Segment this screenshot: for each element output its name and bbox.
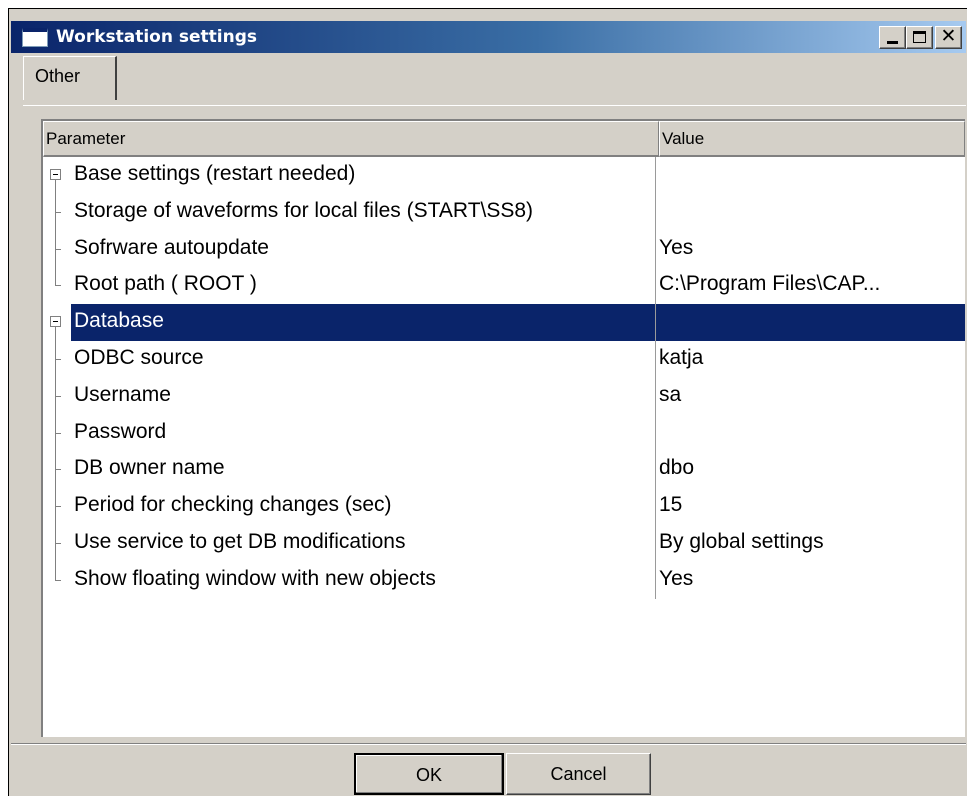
parameter-label: Root path ( ROOT )	[74, 272, 257, 296]
footer-separator	[11, 743, 966, 745]
column-header-value[interactable]: Value	[659, 121, 965, 157]
tree-branch	[55, 358, 61, 360]
close-button[interactable]: ✕	[935, 25, 962, 49]
workstation-settings-dialog: Workstation settings ✕ Other Parameter V…	[8, 8, 967, 796]
value-cell[interactable]	[656, 415, 965, 452]
table-row[interactable]: Use service to get DB modifications By gl…	[43, 524, 965, 562]
value-cell[interactable]: 15	[656, 488, 965, 525]
tree-branch	[55, 395, 61, 397]
table-row[interactable]: ODBC source katja	[43, 340, 965, 378]
parameter-cell[interactable]: Use service to get DB modifications	[43, 524, 656, 562]
value-cell[interactable]: katja	[656, 341, 965, 378]
value-cell[interactable]	[656, 157, 965, 194]
tree-group-row[interactable]: Base settings (restart needed)	[43, 157, 965, 194]
parameter-label: Base settings (restart needed)	[74, 162, 356, 185]
parameter-cell[interactable]: Password	[43, 414, 656, 452]
table-row[interactable]: Username sa	[43, 377, 965, 415]
tab-other[interactable]: Other	[23, 56, 117, 100]
parameter-label: Sofrware autoupdate	[74, 235, 269, 259]
parameter-cell[interactable]: Sofrware autoupdate	[43, 230, 656, 268]
minimize-icon	[887, 41, 898, 44]
window-icon	[22, 27, 48, 47]
tree-branch	[55, 506, 61, 508]
tree-branch	[55, 579, 61, 581]
tree-line	[55, 267, 56, 287]
parameter-cell[interactable]: Show floating window with new objects	[43, 561, 656, 599]
value-cell[interactable]: Yes	[656, 562, 965, 599]
value-cell[interactable]: C:\Program Files\CAP...	[656, 267, 965, 304]
close-icon: ✕	[940, 25, 957, 47]
parameter-cell[interactable]: Root path ( ROOT )	[43, 267, 656, 305]
table-row[interactable]: Root path ( ROOT ) C:\Program Files\CAP..…	[43, 267, 965, 305]
tree-branch	[55, 469, 61, 471]
table-row[interactable]: Show floating window with new objects Yes	[43, 561, 965, 599]
tree-branch	[55, 248, 61, 250]
maximize-button[interactable]	[906, 26, 933, 49]
parameter-label: ODBC source	[74, 345, 204, 369]
value-cell[interactable]: By global settings	[656, 525, 965, 562]
ok-button[interactable]: OK	[354, 753, 504, 795]
collapse-icon[interactable]	[50, 316, 61, 328]
tree-branch	[55, 285, 61, 287]
table-row[interactable]: Storage of waveforms for local files (ST…	[43, 193, 965, 231]
value-cell[interactable]: Yes	[656, 231, 965, 268]
table-row[interactable]: Password	[43, 414, 965, 452]
tree-branch	[55, 432, 61, 434]
column-header-parameter[interactable]: Parameter	[43, 121, 659, 157]
tree-group-row[interactable]: Database	[43, 304, 965, 342]
tree-line	[55, 561, 56, 581]
tab-panel-edge	[23, 105, 966, 106]
minimize-button[interactable]	[879, 26, 906, 49]
tree-line	[55, 327, 56, 342]
parameter-cell[interactable]: Period for checking changes (sec)	[43, 488, 656, 525]
value-cell[interactable]: dbo	[656, 451, 965, 488]
title-bar[interactable]: Workstation settings ✕	[11, 21, 966, 53]
table-row[interactable]: DB owner name dbo	[43, 451, 965, 489]
parameter-label: Show floating window with new objects	[74, 566, 436, 590]
parameter-cell[interactable]: Username	[43, 377, 656, 415]
maximize-icon	[913, 31, 926, 43]
parameter-cell[interactable]: DB owner name	[43, 451, 656, 489]
parameter-cell[interactable]: Storage of waveforms for local files (ST…	[43, 193, 656, 231]
window-title: Workstation settings	[56, 27, 258, 47]
cancel-button[interactable]: Cancel	[506, 753, 651, 795]
parameter-label: DB owner name	[74, 456, 225, 480]
parameter-cell[interactable]: Base settings (restart needed)	[43, 157, 656, 194]
value-cell[interactable]	[656, 304, 965, 341]
parameter-label: Period for checking changes (sec)	[74, 493, 392, 517]
parameter-label: Use service to get DB modifications	[74, 529, 406, 553]
parameter-cell[interactable]: ODBC source	[43, 340, 656, 378]
parameter-label: Password	[74, 419, 167, 443]
window-controls: ✕	[879, 25, 962, 49]
parameter-cell[interactable]: Database	[43, 304, 656, 342]
parameter-label: Database	[74, 309, 164, 333]
settings-grid: Parameter Value Base settings (restart n…	[41, 119, 965, 737]
tree-branch	[55, 211, 61, 213]
tree-line	[55, 180, 56, 194]
collapse-icon[interactable]	[50, 169, 61, 180]
table-row[interactable]: Period for checking changes (sec) 15	[43, 488, 965, 525]
grid-header: Parameter Value	[43, 121, 965, 157]
parameter-label: Storage of waveforms for local files (ST…	[74, 198, 534, 222]
tree-branch	[55, 542, 61, 544]
grid-rows: Base settings (restart needed) Storage of…	[43, 157, 965, 599]
table-row[interactable]: Sofrware autoupdate Yes	[43, 230, 965, 268]
value-cell[interactable]: sa	[656, 378, 965, 415]
value-cell[interactable]	[656, 194, 965, 231]
parameter-label: Username	[74, 382, 171, 406]
